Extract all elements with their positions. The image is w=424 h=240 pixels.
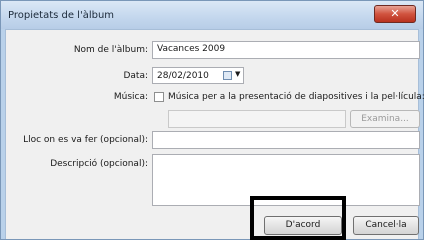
description-label: Descripció (opcional): [50, 159, 148, 169]
browse-button-label: Examina... [361, 114, 409, 124]
music-label: Música: [113, 92, 148, 102]
location-input[interactable] [152, 131, 420, 149]
date-label: Data: [123, 71, 148, 81]
chevron-down-icon: ▼ [235, 70, 241, 78]
music-checkbox[interactable] [154, 92, 164, 102]
cancel-button-label: Cancel·la [365, 220, 407, 230]
cancel-button[interactable]: Cancel·la [353, 216, 419, 235]
album-name-input[interactable]: Vacances 2009 [152, 41, 420, 59]
title-bar[interactable]: Propietats de l'àlbum ✕ [1, 1, 423, 29]
music-file-field [168, 110, 346, 128]
close-icon: ✕ [390, 7, 400, 20]
browse-button[interactable]: Examina... [350, 110, 420, 128]
calendar-icon [223, 71, 232, 80]
music-checkbox-label[interactable]: Música per a la presentació de diapositi… [168, 92, 424, 102]
album-properties-dialog: Propietats de l'àlbum ✕ Nom de l'àlbum: … [0, 0, 424, 240]
ok-button-highlight-box [250, 196, 346, 240]
close-button[interactable]: ✕ [374, 5, 416, 23]
date-value: 28/02/2010 [157, 71, 209, 81]
date-picker[interactable]: 28/02/2010 ▼ [152, 67, 244, 84]
dialog-body: Nom de l'àlbum: Vacances 2009 Data: 28/0… [5, 29, 424, 239]
location-label: Lloc on es va fer (opcional): [23, 135, 148, 145]
dialog-title: Propietats de l'àlbum [8, 10, 115, 21]
album-name-label: Nom de l'àlbum: [73, 45, 148, 55]
